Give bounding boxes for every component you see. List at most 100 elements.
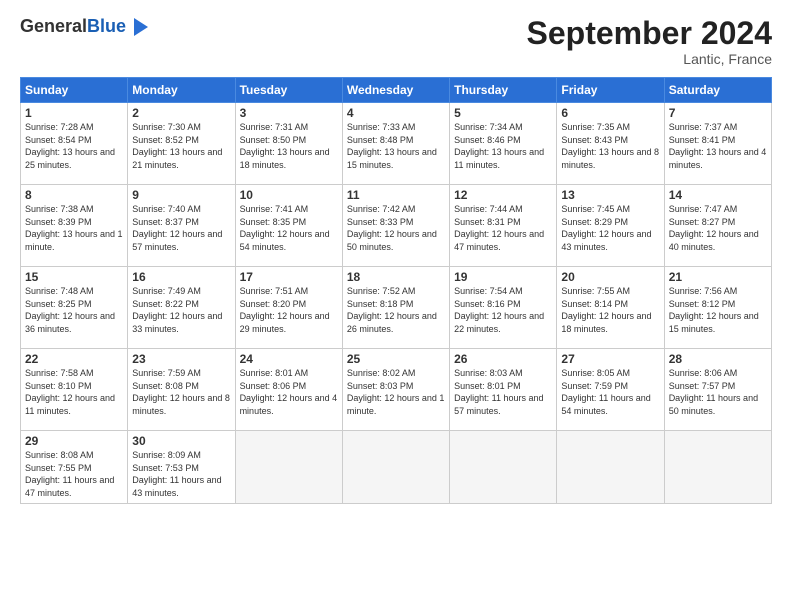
day-info: Sunrise: 8:03 AMSunset: 8:01 PMDaylight:… [454,367,552,417]
day-info: Sunrise: 7:37 AMSunset: 8:41 PMDaylight:… [669,121,767,171]
calendar-cell [557,431,664,503]
day-number: 5 [454,106,552,120]
calendar-cell: 17Sunrise: 7:51 AMSunset: 8:20 PMDayligh… [235,267,342,349]
day-info: Sunrise: 7:55 AMSunset: 8:14 PMDaylight:… [561,285,659,335]
day-number: 4 [347,106,445,120]
calendar-cell: 8Sunrise: 7:38 AMSunset: 8:39 PMDaylight… [21,185,128,267]
col-monday: Monday [128,78,235,103]
col-friday: Friday [557,78,664,103]
day-info: Sunrise: 7:58 AMSunset: 8:10 PMDaylight:… [25,367,123,417]
day-info: Sunrise: 7:35 AMSunset: 8:43 PMDaylight:… [561,121,659,171]
day-info: Sunrise: 7:49 AMSunset: 8:22 PMDaylight:… [132,285,230,335]
col-thursday: Thursday [450,78,557,103]
day-number: 19 [454,270,552,284]
calendar-week-2: 15Sunrise: 7:48 AMSunset: 8:25 PMDayligh… [21,267,772,349]
day-info: Sunrise: 7:51 AMSunset: 8:20 PMDaylight:… [240,285,338,335]
day-info: Sunrise: 7:34 AMSunset: 8:46 PMDaylight:… [454,121,552,171]
day-number: 3 [240,106,338,120]
day-number: 1 [25,106,123,120]
day-info: Sunrise: 7:56 AMSunset: 8:12 PMDaylight:… [669,285,767,335]
calendar-cell: 3Sunrise: 7:31 AMSunset: 8:50 PMDaylight… [235,103,342,185]
day-info: Sunrise: 7:59 AMSunset: 8:08 PMDaylight:… [132,367,230,417]
day-number: 11 [347,188,445,202]
day-number: 12 [454,188,552,202]
day-number: 10 [240,188,338,202]
title-area: September 2024 Lantic, France [527,16,772,67]
day-number: 16 [132,270,230,284]
day-info: Sunrise: 8:02 AMSunset: 8:03 PMDaylight:… [347,367,445,417]
day-info: Sunrise: 7:54 AMSunset: 8:16 PMDaylight:… [454,285,552,335]
day-info: Sunrise: 7:38 AMSunset: 8:39 PMDaylight:… [25,203,123,253]
calendar-cell: 18Sunrise: 7:52 AMSunset: 8:18 PMDayligh… [342,267,449,349]
col-sunday: Sunday [21,78,128,103]
day-info: Sunrise: 7:44 AMSunset: 8:31 PMDaylight:… [454,203,552,253]
day-info: Sunrise: 8:09 AMSunset: 7:53 PMDaylight:… [132,449,230,499]
day-number: 27 [561,352,659,366]
header: GeneralBlue September 2024 Lantic, Franc… [20,16,772,67]
day-number: 17 [240,270,338,284]
day-info: Sunrise: 8:06 AMSunset: 7:57 PMDaylight:… [669,367,767,417]
day-number: 18 [347,270,445,284]
calendar-cell: 29Sunrise: 8:08 AMSunset: 7:55 PMDayligh… [21,431,128,503]
day-info: Sunrise: 7:52 AMSunset: 8:18 PMDaylight:… [347,285,445,335]
day-number: 8 [25,188,123,202]
calendar-cell: 11Sunrise: 7:42 AMSunset: 8:33 PMDayligh… [342,185,449,267]
day-number: 7 [669,106,767,120]
calendar-cell: 24Sunrise: 8:01 AMSunset: 8:06 PMDayligh… [235,349,342,431]
day-number: 21 [669,270,767,284]
day-number: 20 [561,270,659,284]
calendar-cell: 12Sunrise: 7:44 AMSunset: 8:31 PMDayligh… [450,185,557,267]
calendar-week-3: 22Sunrise: 7:58 AMSunset: 8:10 PMDayligh… [21,349,772,431]
calendar-cell: 30Sunrise: 8:09 AMSunset: 7:53 PMDayligh… [128,431,235,503]
day-number: 24 [240,352,338,366]
calendar-cell: 16Sunrise: 7:49 AMSunset: 8:22 PMDayligh… [128,267,235,349]
logo-general: General [20,16,87,36]
calendar-cell: 21Sunrise: 7:56 AMSunset: 8:12 PMDayligh… [664,267,771,349]
day-number: 6 [561,106,659,120]
calendar-cell: 23Sunrise: 7:59 AMSunset: 8:08 PMDayligh… [128,349,235,431]
col-saturday: Saturday [664,78,771,103]
calendar-cell: 10Sunrise: 7:41 AMSunset: 8:35 PMDayligh… [235,185,342,267]
calendar-cell: 5Sunrise: 7:34 AMSunset: 8:46 PMDaylight… [450,103,557,185]
calendar-cell: 22Sunrise: 7:58 AMSunset: 8:10 PMDayligh… [21,349,128,431]
col-tuesday: Tuesday [235,78,342,103]
header-row: Sunday Monday Tuesday Wednesday Thursday… [21,78,772,103]
calendar-cell: 4Sunrise: 7:33 AMSunset: 8:48 PMDaylight… [342,103,449,185]
calendar-cell: 28Sunrise: 8:06 AMSunset: 7:57 PMDayligh… [664,349,771,431]
day-info: Sunrise: 7:28 AMSunset: 8:54 PMDaylight:… [25,121,123,171]
calendar-cell: 13Sunrise: 7:45 AMSunset: 8:29 PMDayligh… [557,185,664,267]
day-number: 23 [132,352,230,366]
day-info: Sunrise: 7:47 AMSunset: 8:27 PMDaylight:… [669,203,767,253]
day-info: Sunrise: 7:40 AMSunset: 8:37 PMDaylight:… [132,203,230,253]
calendar-table: Sunday Monday Tuesday Wednesday Thursday… [20,77,772,503]
day-info: Sunrise: 7:33 AMSunset: 8:48 PMDaylight:… [347,121,445,171]
calendar-cell: 15Sunrise: 7:48 AMSunset: 8:25 PMDayligh… [21,267,128,349]
day-info: Sunrise: 7:41 AMSunset: 8:35 PMDaylight:… [240,203,338,253]
calendar-cell: 7Sunrise: 7:37 AMSunset: 8:41 PMDaylight… [664,103,771,185]
calendar-cell: 2Sunrise: 7:30 AMSunset: 8:52 PMDaylight… [128,103,235,185]
day-info: Sunrise: 7:30 AMSunset: 8:52 PMDaylight:… [132,121,230,171]
logo-icon [128,16,150,38]
day-number: 15 [25,270,123,284]
calendar-cell: 19Sunrise: 7:54 AMSunset: 8:16 PMDayligh… [450,267,557,349]
calendar-cell: 25Sunrise: 8:02 AMSunset: 8:03 PMDayligh… [342,349,449,431]
day-number: 29 [25,434,123,448]
calendar-cell [235,431,342,503]
calendar-week-1: 8Sunrise: 7:38 AMSunset: 8:39 PMDaylight… [21,185,772,267]
day-number: 13 [561,188,659,202]
calendar-cell: 9Sunrise: 7:40 AMSunset: 8:37 PMDaylight… [128,185,235,267]
calendar-cell: 20Sunrise: 7:55 AMSunset: 8:14 PMDayligh… [557,267,664,349]
day-info: Sunrise: 8:01 AMSunset: 8:06 PMDaylight:… [240,367,338,417]
day-number: 14 [669,188,767,202]
calendar-cell [664,431,771,503]
calendar-page: GeneralBlue September 2024 Lantic, Franc… [0,0,792,612]
day-number: 26 [454,352,552,366]
day-number: 28 [669,352,767,366]
calendar-cell: 6Sunrise: 7:35 AMSunset: 8:43 PMDaylight… [557,103,664,185]
calendar-cell [450,431,557,503]
day-info: Sunrise: 7:42 AMSunset: 8:33 PMDaylight:… [347,203,445,253]
day-info: Sunrise: 7:48 AMSunset: 8:25 PMDaylight:… [25,285,123,335]
day-info: Sunrise: 7:45 AMSunset: 8:29 PMDaylight:… [561,203,659,253]
day-info: Sunrise: 7:31 AMSunset: 8:50 PMDaylight:… [240,121,338,171]
logo-blue: Blue [87,16,126,36]
